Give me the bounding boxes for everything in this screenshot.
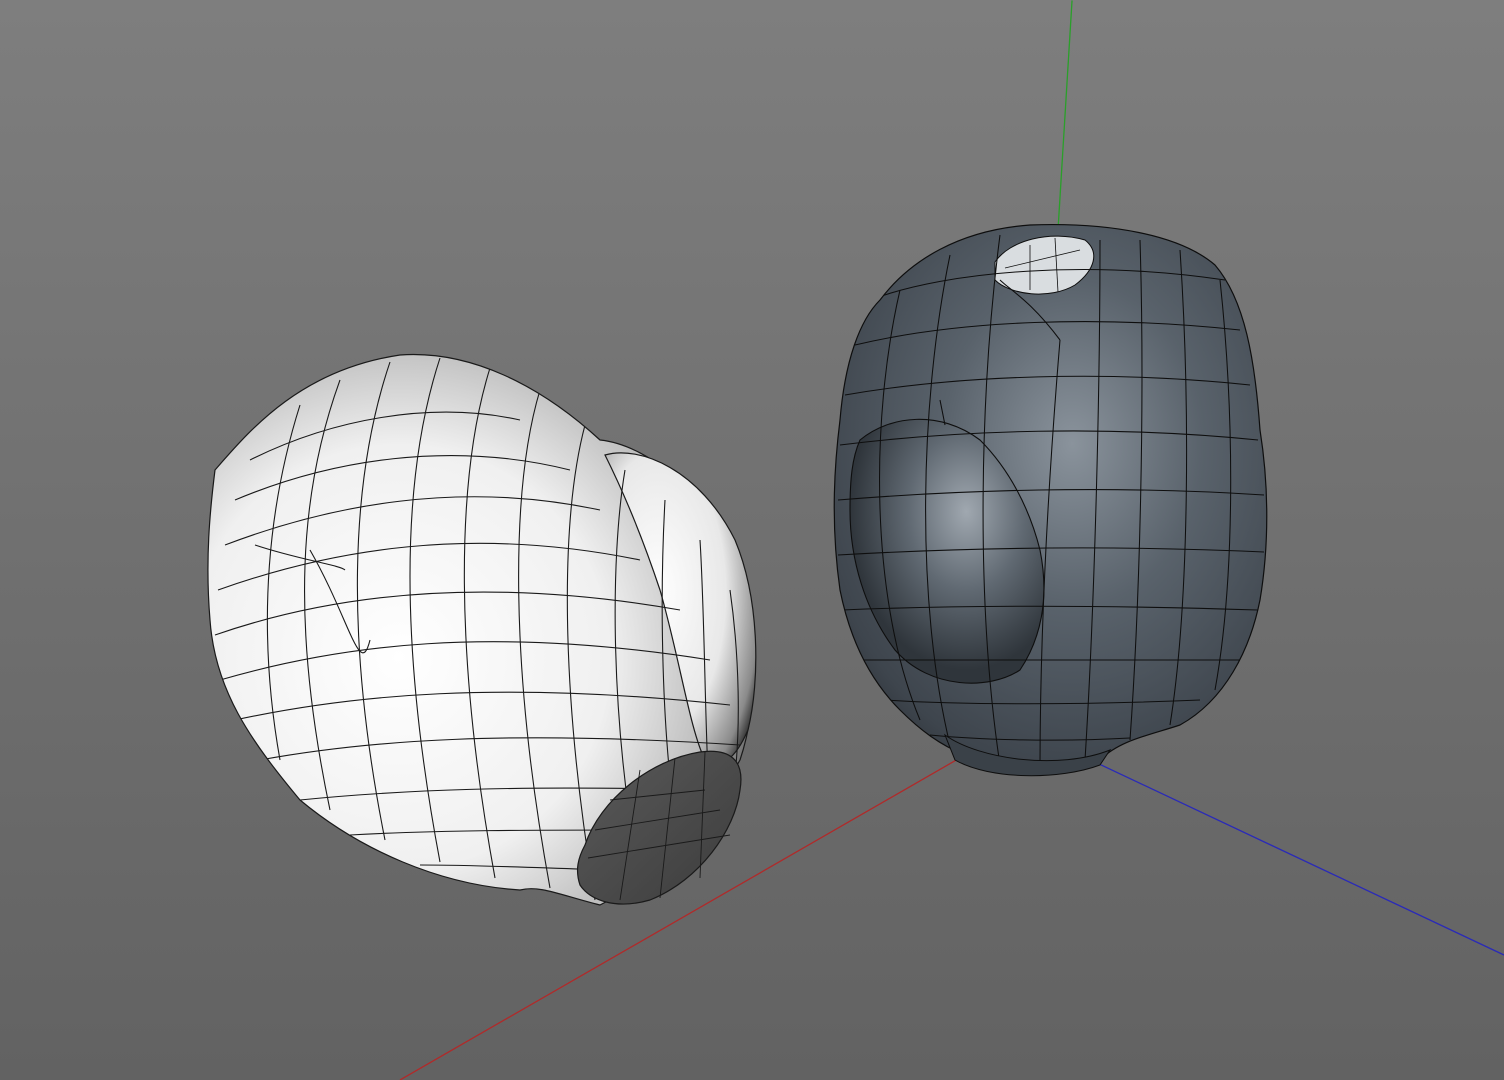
viewport-canvas[interactable] bbox=[0, 0, 1504, 1080]
3d-viewport[interactable] bbox=[0, 0, 1504, 1080]
dark-vase-mesh[interactable] bbox=[833, 224, 1268, 777]
